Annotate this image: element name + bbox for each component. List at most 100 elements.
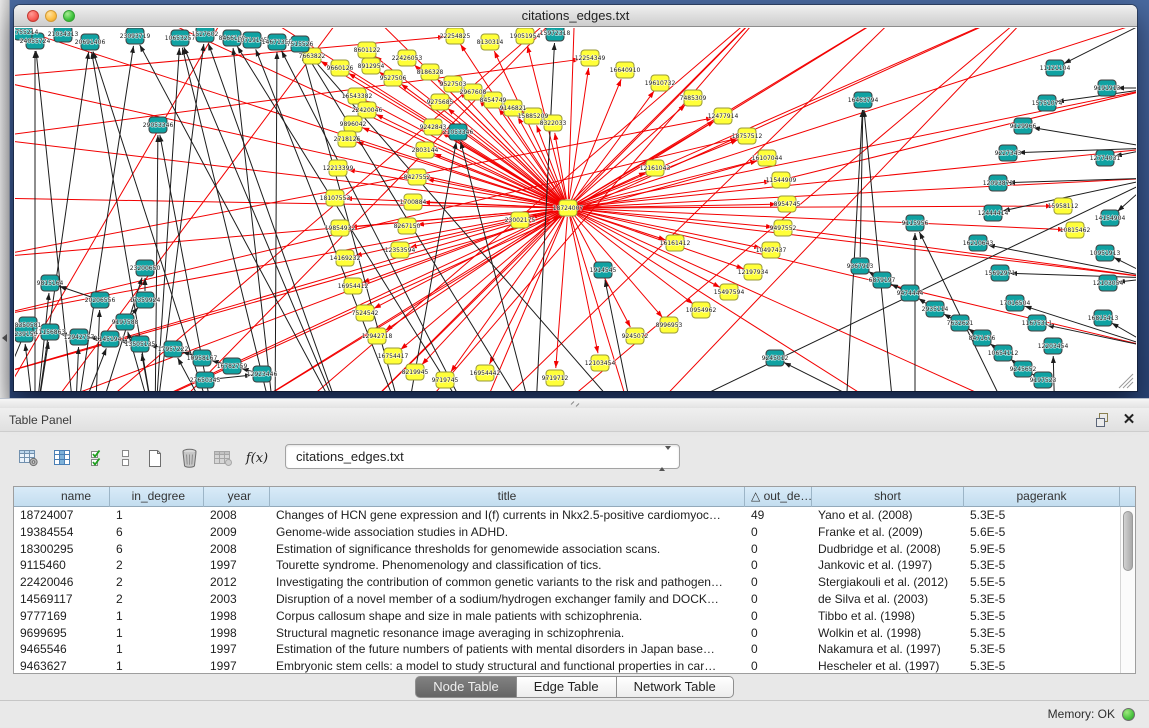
table-settings-icon[interactable] bbox=[14, 442, 44, 474]
table-cell: Franke et al. (2009) bbox=[812, 524, 964, 541]
network-canvas[interactable]: 1872400786011228912954224260539527506165… bbox=[15, 28, 1136, 391]
table-cell: 9777169 bbox=[14, 608, 110, 625]
float-window-icon[interactable] bbox=[1095, 412, 1111, 428]
graph-edge[interactable] bbox=[790, 88, 1136, 178]
graph-edge[interactable] bbox=[95, 310, 100, 391]
table-cell: 9463627 bbox=[14, 658, 110, 673]
graph-node-label: 15885209 bbox=[518, 113, 549, 120]
table-row[interactable]: 1872400712008Changes of HCN gene express… bbox=[14, 507, 1120, 524]
column-header-title[interactable]: title bbox=[270, 487, 745, 507]
panel-divider[interactable] bbox=[0, 398, 1149, 408]
table-vertical-scrollbar[interactable] bbox=[1120, 507, 1135, 673]
graph-edge[interactable] bbox=[576, 213, 915, 391]
graph-node-label: 21034313 bbox=[48, 31, 79, 38]
table-row[interactable]: 977716911998Corpus callosum shape and si… bbox=[14, 608, 1120, 625]
network-view-window[interactable]: citations_edges.txt 18724007860112289129… bbox=[14, 5, 1137, 391]
close-icon[interactable]: ✕ bbox=[1121, 409, 1137, 431]
column-header-name[interactable]: name bbox=[14, 487, 110, 507]
graph-edge[interactable] bbox=[577, 209, 773, 227]
graph-node-label: 1700884 bbox=[400, 199, 427, 206]
graph-edge[interactable] bbox=[556, 217, 568, 368]
graph-node-label: 16161412 bbox=[660, 240, 691, 247]
canvas-resize-grip-icon[interactable] bbox=[1119, 374, 1133, 388]
function-icon[interactable]: f(x) bbox=[242, 442, 272, 474]
graph-edge[interactable] bbox=[75, 347, 79, 391]
scrollbar-thumb[interactable] bbox=[1123, 511, 1133, 571]
graph-node-label: 16782759 bbox=[217, 363, 248, 370]
table-cell: 5.3E-5 bbox=[964, 658, 1120, 673]
graph-node-label: 7663822 bbox=[299, 53, 326, 60]
table-body: 1872400712008Changes of HCN gene express… bbox=[14, 507, 1120, 673]
table-cell: 1998 bbox=[204, 625, 270, 642]
table-row[interactable]: 1938455462009Genome-wide association stu… bbox=[14, 524, 1120, 541]
table-cell: 5.3E-5 bbox=[964, 591, 1120, 608]
collapsed-control-panel[interactable] bbox=[0, 0, 10, 398]
graph-node-label: 12203454 bbox=[1038, 343, 1069, 350]
new-file-icon[interactable] bbox=[140, 442, 170, 474]
graph-node-label: 15692971 bbox=[985, 270, 1016, 277]
column-header-year[interactable]: year bbox=[204, 487, 270, 507]
graph-edge[interactable] bbox=[15, 28, 559, 205]
panel-expand-handle-icon[interactable] bbox=[2, 334, 7, 342]
table-cell: Jankovic et al. (1997) bbox=[812, 557, 964, 574]
graph-node-label: 22254825 bbox=[440, 33, 471, 40]
table-cell: 0 bbox=[745, 625, 812, 642]
window-titlebar[interactable]: citations_edges.txt bbox=[14, 5, 1137, 27]
graph-node-label: 9191913 bbox=[1094, 85, 1121, 92]
table-cell: 1998 bbox=[204, 608, 270, 625]
graph-edge[interactable] bbox=[451, 215, 563, 372]
graph-node-label: 12093872 bbox=[983, 180, 1014, 187]
table-row[interactable]: 1456911722003Disruption of a novel membe… bbox=[14, 591, 1120, 608]
column-header-short[interactable]: short bbox=[812, 487, 964, 507]
tab-node-table[interactable]: Node Table bbox=[415, 676, 517, 698]
table-source-select[interactable]: citations_edges.txt bbox=[285, 444, 680, 469]
graph-edge[interactable] bbox=[233, 48, 275, 391]
column-header-in-degree[interactable]: in_degree bbox=[110, 487, 204, 507]
table-row[interactable]: 1830029562008Estimation of significance … bbox=[14, 541, 1120, 558]
graph-node-label: 9245012 bbox=[762, 355, 789, 362]
table-cell: 0 bbox=[745, 608, 812, 625]
graph-edge[interactable] bbox=[95, 212, 560, 391]
tab-network-table[interactable]: Network Table bbox=[617, 676, 734, 698]
graph-edge[interactable] bbox=[1053, 356, 1055, 391]
graph-edge[interactable] bbox=[75, 28, 575, 391]
column-header-pagerank[interactable]: pagerank bbox=[964, 487, 1120, 507]
table-row[interactable]: 911546021997Tourette syndrome. Phenomeno… bbox=[14, 557, 1120, 574]
delete-icon[interactable] bbox=[174, 442, 204, 474]
graph-node-label: 9197523 bbox=[1030, 377, 1057, 384]
graph-edge[interactable] bbox=[571, 79, 621, 199]
tab-edge-table[interactable]: Edge Table bbox=[517, 676, 617, 698]
column-header-out-de-[interactable]: △ out_de… bbox=[745, 487, 812, 507]
graph-node-label: 8186328 bbox=[417, 69, 444, 76]
graph-edge[interactable] bbox=[1064, 28, 1136, 64]
divider-resize-icon[interactable] bbox=[570, 400, 580, 408]
table-header-row: namein_degreeyeartitle△ out_de…shortpage… bbox=[14, 487, 1135, 507]
graph-node-label: 16640910 bbox=[610, 67, 641, 74]
graph-edge[interactable] bbox=[891, 284, 902, 289]
import-table-disabled-icon bbox=[208, 442, 238, 474]
graph-edge[interactable] bbox=[489, 216, 563, 364]
graph-edge[interactable] bbox=[475, 28, 915, 391]
graph-edge[interactable] bbox=[184, 47, 345, 391]
graph-node-label: 11675311 bbox=[1022, 320, 1053, 327]
clear-checks-icon[interactable] bbox=[116, 442, 136, 474]
graph-node-label: 8471676 bbox=[969, 335, 996, 342]
table-cell: 5.6E-5 bbox=[964, 524, 1120, 541]
graph-edge[interactable] bbox=[75, 348, 106, 391]
graph-edge[interactable] bbox=[1033, 128, 1136, 148]
table-row[interactable]: 946554611997Estimation of the future num… bbox=[14, 641, 1120, 658]
combo-stepper-icon[interactable] bbox=[659, 450, 671, 468]
graph-edge[interactable] bbox=[792, 229, 1136, 278]
table-row[interactable]: 969969511998Structural magnetic resonanc… bbox=[14, 625, 1120, 642]
table-cell: 9115460 bbox=[14, 557, 110, 574]
table-cell: 1997 bbox=[204, 557, 270, 574]
graph-node-label: 12213399 bbox=[323, 165, 354, 172]
table-row[interactable]: 946362711997Embryonic stem cells: a mode… bbox=[14, 658, 1120, 673]
graph-edge[interactable] bbox=[275, 28, 775, 391]
graph-node-label: 16754417 bbox=[378, 353, 409, 360]
select-columns-icon[interactable] bbox=[48, 442, 78, 474]
graph-node-label: 15972318 bbox=[540, 30, 571, 37]
select-all-checks-icon[interactable] bbox=[82, 442, 112, 474]
graph-edge[interactable] bbox=[275, 52, 277, 391]
table-row[interactable]: 2242004622012Investigating the contribut… bbox=[14, 574, 1120, 591]
